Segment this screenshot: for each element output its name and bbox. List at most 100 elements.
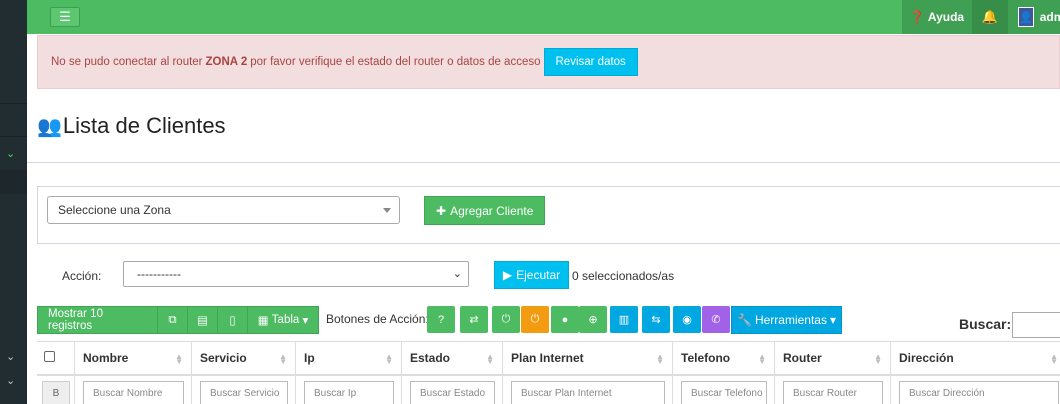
show-records-button[interactable]: Mostrar 10 registros (37, 306, 158, 334)
table-icon: ▦ (257, 315, 269, 327)
table-cell: Buscar Plan Internet (503, 376, 673, 404)
zone-select[interactable]: Seleccione una Zona (47, 196, 400, 224)
column-search-input[interactable]: Buscar Dirección (899, 381, 1059, 404)
review-data-button[interactable]: Revisar datos (543, 48, 638, 76)
table-columns-button[interactable]: ▦ Tabla ▾ (247, 306, 319, 334)
sort-icon: ▲ ▼ (385, 352, 393, 366)
help-button[interactable]: ❓ Ayuda (902, 0, 972, 34)
row-action-button[interactable]: B (42, 381, 70, 404)
zone-select-value: Seleccione una Zona (58, 203, 171, 217)
tools-dropdown-button[interactable]: 🔧 Herramientas ▾ (731, 306, 842, 334)
alert-text-after: por favor verifique el estado del router… (250, 56, 541, 68)
column-header[interactable]: Router ▲ ▼ (775, 342, 891, 376)
power-action-button[interactable]: ⏻ (521, 306, 549, 333)
exchange-action-button[interactable]: ⇆ (642, 306, 670, 333)
column-search-input[interactable]: Buscar Plan Internet (511, 381, 665, 404)
column-header-label: Plan Internet (511, 351, 584, 365)
alert-text-before: No se pudo conectar al router (51, 56, 203, 68)
column-search-input[interactable]: Buscar Nombre (83, 381, 184, 404)
bar-chart-action-button[interactable]: ▥ (610, 306, 638, 333)
chevron-down-icon[interactable]: ⌄ (6, 350, 15, 363)
column-search-input[interactable]: Buscar Telefono (681, 381, 767, 404)
globe-icon: ⊕ (588, 314, 598, 326)
bell-icon: 🔔 (981, 9, 999, 24)
retweet-action-button[interactable]: ⇄ (460, 306, 488, 333)
copy-button[interactable]: ⧉ (157, 306, 188, 334)
help-label: Ayuda (927, 10, 965, 24)
column-header[interactable]: Ip ▲ ▼ (296, 342, 402, 376)
power-action-button[interactable]: ⏻ (492, 306, 520, 333)
user-label: admin (1039, 10, 1060, 24)
add-client-button[interactable]: ✚ Agregar Cliente (424, 196, 546, 225)
execute-label: Ejecutar (516, 268, 561, 282)
chevron-down-icon[interactable]: ⌄ (6, 147, 15, 160)
column-search-input[interactable]: Buscar Ip (304, 381, 394, 404)
action-buttons-label: Botones de Acción: (326, 312, 429, 326)
phone-action-button[interactable]: ✆ (702, 306, 730, 333)
globe-action-button[interactable]: ⊕ (579, 306, 607, 333)
user-menu[interactable]: 👤 admin (1008, 0, 1060, 34)
sort-icon: ▲ ▼ (486, 352, 494, 366)
alert-router-name: ZONA 2 (205, 56, 248, 68)
sidebar-item[interactable] (0, 170, 27, 194)
column-search-input[interactable]: Buscar Servicio (200, 381, 288, 404)
globe-alt-icon: ◉ (682, 314, 692, 326)
column-header-label: Router (783, 351, 822, 365)
tools-label: Herramientas (754, 313, 827, 327)
column-search-input[interactable]: Buscar Estado (410, 381, 495, 404)
chevron-down-icon[interactable]: ⌄ (6, 374, 15, 387)
search-label: Buscar: (959, 316, 1012, 332)
execute-button[interactable]: ▶ Ejecutar (494, 261, 569, 289)
user-action-button[interactable]: ● (551, 306, 579, 333)
column-search-placeholder: Buscar Telefono (691, 387, 763, 399)
phone-icon: ✆ (711, 314, 721, 326)
search-input[interactable] (1012, 312, 1060, 338)
selected-count: 0 seleccionados/as (572, 269, 675, 283)
column-search-placeholder: Buscar Router (793, 387, 857, 399)
play-icon: ▶ (502, 268, 513, 282)
sort-icon: ▲ ▼ (656, 352, 664, 366)
question-action-button[interactable]: ? (427, 306, 455, 333)
sidebar-toggle-button[interactable]: ☰ (50, 7, 80, 27)
table-cell: Buscar Telefono (673, 376, 775, 404)
column-search-placeholder: Buscar Dirección (909, 387, 985, 399)
action-label: Acción: (62, 269, 102, 283)
column-header[interactable]: Dirección ▲ ▼ (891, 342, 1060, 376)
sort-icon: ▲ ▼ (874, 352, 882, 366)
question-circle-icon: ❓ (909, 10, 925, 24)
action-select-value: ----------- (137, 267, 181, 281)
column-header-label: Nombre (83, 351, 129, 365)
sort-icon: ▲ ▼ (1050, 352, 1058, 366)
caret-down-icon: ▾ (829, 313, 836, 327)
router-error-alert: No se pudo conectar al router ZONA 2 por… (37, 35, 1060, 89)
column-header[interactable]: Nombre ▲ ▼ (75, 342, 192, 376)
column-header-label: Servicio (200, 351, 247, 365)
column-header-label: Ip (304, 351, 315, 365)
select-all-checkbox[interactable] (44, 351, 55, 362)
sort-icon: ▲ ▼ (279, 352, 287, 366)
pdf-button[interactable]: ▯ (217, 306, 248, 334)
table-cell: Buscar Dirección (891, 376, 1060, 404)
table-cell: B (37, 376, 75, 404)
page-title: Lista de Clientes (62, 113, 226, 138)
sidebar: ⌄ ⌄ ⌄ (0, 0, 27, 404)
action-select[interactable]: ----------- ⌄ (123, 261, 469, 287)
sort-icon: ▲ ▼ (758, 352, 766, 366)
table-cell: Buscar Router (775, 376, 891, 404)
column-header-label: Telefono (681, 351, 731, 365)
excel-button[interactable]: ▤ (187, 306, 218, 334)
header-divider (27, 162, 1060, 163)
show-records-label: Mostrar 10 registros (48, 308, 103, 332)
notifications-button[interactable]: 🔔 (972, 0, 1008, 34)
user-icon: ● (561, 313, 569, 326)
column-header[interactable]: Servicio ▲ ▼ (192, 342, 296, 376)
column-search-input[interactable]: Buscar Router (783, 381, 883, 404)
column-header[interactable]: Estado ▲ ▼ (402, 342, 503, 376)
clients-table: B Nombre ▲ ▼ Buscar Nombre Servicio ▲ ▼ Buscar … (37, 341, 1060, 404)
globe-alt-action-button[interactable]: ◉ (673, 306, 701, 333)
users-icon: 👥 (37, 115, 62, 138)
power-icon: ⏻ (530, 313, 540, 325)
column-header[interactable]: Plan Internet ▲ ▼ (503, 342, 673, 376)
bar-chart-icon: ▥ (618, 314, 630, 326)
column-header[interactable]: Telefono ▲ ▼ (673, 342, 775, 376)
